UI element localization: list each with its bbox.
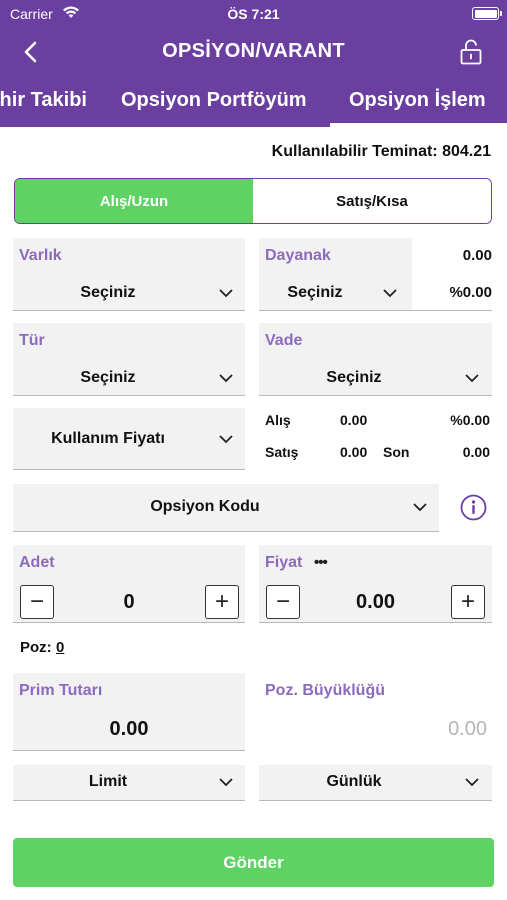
app-header: Carrier ÖS 7:21 OPSİYON/VARANT ıhir Taki… [0, 0, 507, 127]
price-value[interactable]: 0.00 [309, 591, 442, 614]
ask-label: Satış [265, 444, 299, 460]
status-bar: Carrier ÖS 7:21 [0, 0, 507, 28]
quantity-label: Adet [19, 554, 55, 571]
unlock-icon[interactable] [459, 38, 483, 66]
strike-price-select[interactable]: Kullanım Fiyatı [13, 408, 245, 470]
tab-opsiyon-portfoyum[interactable]: Opsiyon Portföyüm [121, 89, 307, 112]
underlying-select[interactable]: Dayanak Seçiniz [259, 238, 412, 311]
chevron-down-icon [465, 778, 479, 787]
chevron-down-icon [383, 289, 397, 298]
order-type-value: Limit [88, 773, 128, 790]
side-segmented-control: Alış/Uzun Satış/Kısa [14, 178, 492, 224]
underlying-label: Dayanak [265, 247, 331, 264]
tab-emir-takibi[interactable]: ıhir Takibi [0, 89, 87, 112]
bid-value: 0.00 [340, 412, 368, 428]
asset-select[interactable]: Varlık Seçiniz [13, 238, 245, 311]
bid-label: Alış [265, 412, 291, 428]
tab-bar: ıhir Takibi Opsiyon Portföyüm Opsiyon İş… [0, 84, 507, 127]
chevron-down-icon [219, 435, 233, 444]
asset-value: Seçiniz [80, 284, 136, 301]
daily-change: %0.00 [450, 412, 490, 428]
last-value: 0.00 [462, 444, 490, 460]
type-value: Seçiniz [80, 369, 136, 386]
position-size-value: 0.00 [448, 718, 487, 740]
chevron-down-icon [219, 778, 233, 787]
page-title: OPSİYON/VARANT [162, 40, 345, 62]
chevron-down-icon [413, 503, 427, 512]
buy-long-segment[interactable]: Alış/Uzun [15, 179, 253, 223]
quantity-increment-button[interactable]: + [205, 585, 239, 619]
price-increment-button[interactable]: + [451, 585, 485, 619]
chevron-down-icon [465, 374, 479, 383]
chevron-down-icon [219, 289, 233, 298]
price-label: Fiyat [265, 554, 303, 571]
price-options-icon[interactable]: ••• [314, 554, 328, 571]
divider [412, 310, 492, 311]
price-stepper: Fiyat ••• − 0.00 + [259, 545, 492, 623]
ask-value: 0.00 [340, 444, 368, 460]
type-label: Tür [19, 332, 45, 349]
position-label: Poz: [20, 639, 52, 656]
maturity-select[interactable]: Vade Seçiniz [259, 323, 492, 396]
tab-opsiyon-islem[interactable]: Opsiyon İşlem [349, 89, 486, 112]
submit-button[interactable]: Gönder [13, 838, 494, 887]
status-time: ÖS 7:21 [227, 6, 280, 22]
quantity-value[interactable]: 0 [63, 591, 195, 614]
premium-amount-box: Prim Tutarı 0.00 [13, 673, 245, 751]
underlying-price: 0.00 [462, 247, 492, 264]
premium-label: Prim Tutarı [19, 682, 103, 699]
validity-select[interactable]: Günlük [259, 765, 492, 801]
validity-value: Günlük [326, 773, 382, 790]
position-value[interactable]: 0 [56, 639, 64, 656]
quantity-decrement-button[interactable]: − [20, 585, 54, 619]
option-code-value: Opsiyon Kodu [150, 498, 260, 515]
battery-icon [472, 7, 502, 20]
available-collateral: Kullanılabilir Teminat: 804.21 [271, 143, 491, 160]
type-select[interactable]: Tür Seçiniz [13, 323, 245, 396]
underlying-change: %0.00 [449, 284, 492, 301]
last-label: Son [383, 444, 410, 460]
maturity-label: Vade [265, 332, 303, 349]
strike-price-value: Kullanım Fiyatı [51, 430, 165, 447]
info-icon[interactable] [460, 494, 487, 521]
price-decrement-button[interactable]: − [266, 585, 300, 619]
sell-short-segment[interactable]: Satış/Kısa [253, 179, 491, 223]
premium-value: 0.00 [109, 718, 149, 740]
option-code-select[interactable]: Opsiyon Kodu [13, 484, 439, 532]
order-type-select[interactable]: Limit [13, 765, 245, 801]
position-size-label: Poz. Büyüklüğü [265, 682, 385, 699]
quantity-stepper: Adet − 0 + [13, 545, 245, 623]
underlying-value: Seçiniz [287, 284, 343, 301]
maturity-value: Seçiniz [326, 369, 382, 386]
chevron-down-icon [219, 374, 233, 383]
active-tab-indicator [330, 123, 507, 127]
asset-label: Varlık [19, 247, 62, 264]
